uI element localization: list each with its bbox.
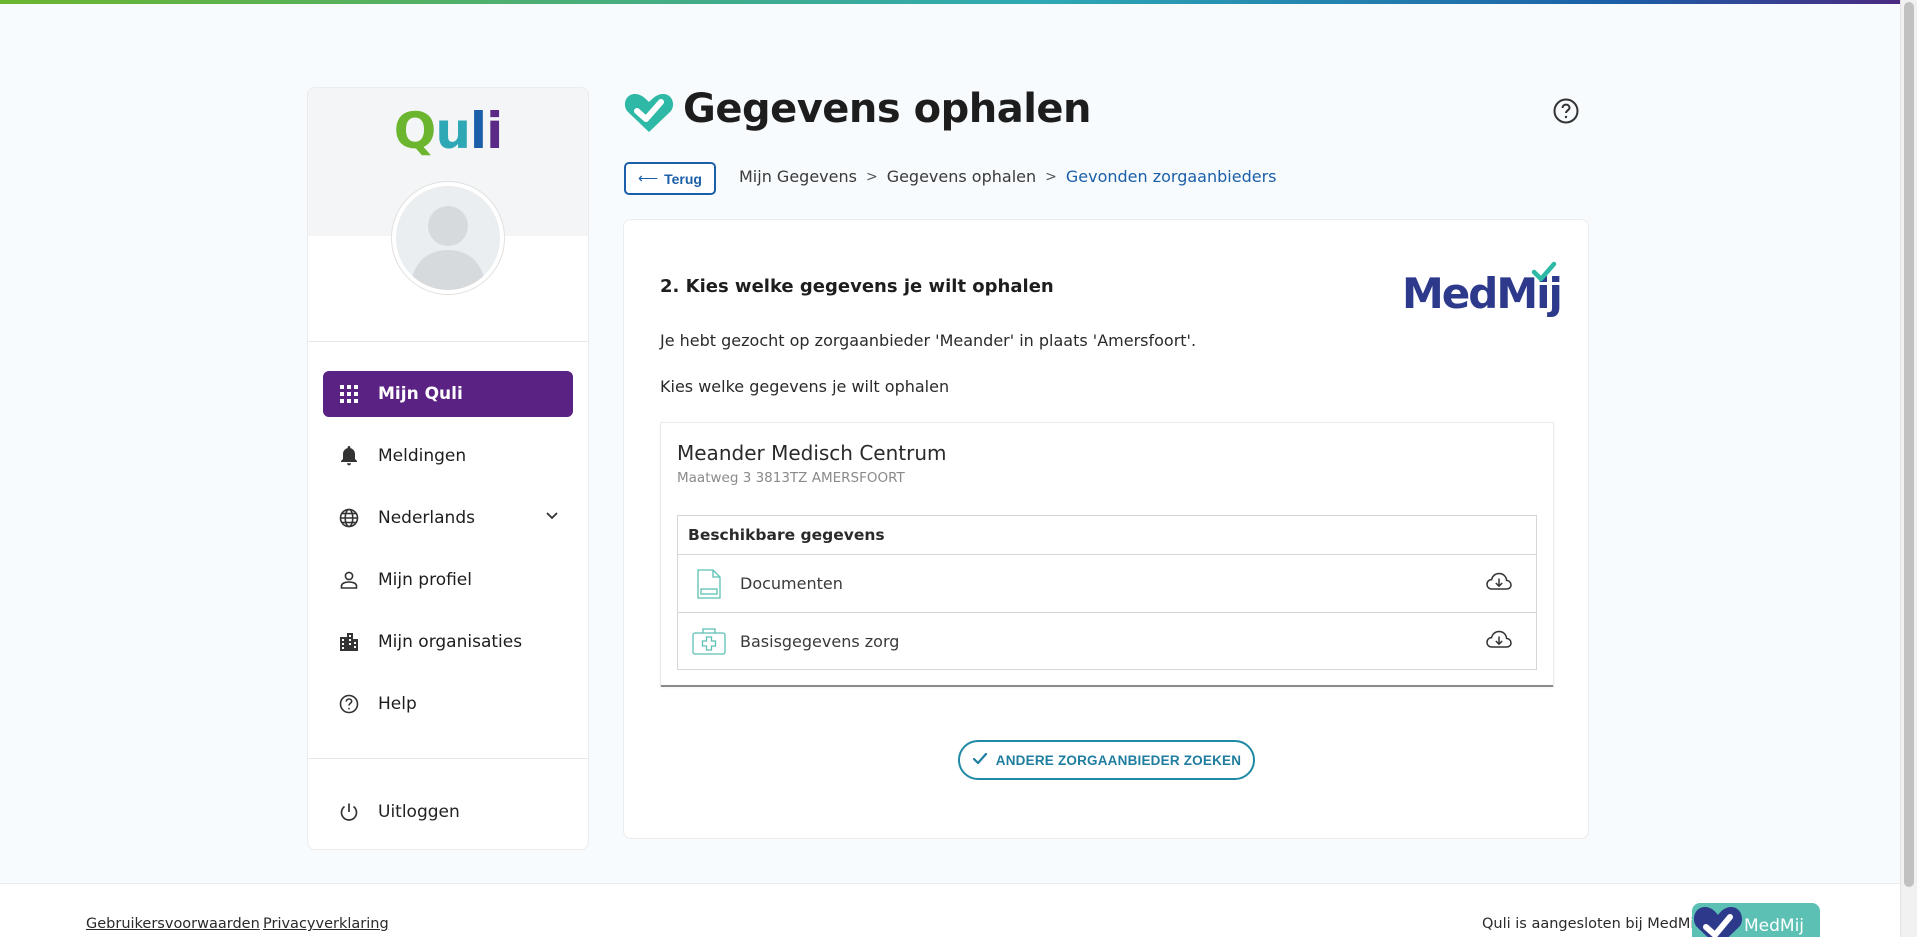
footer: Gebruikersvoorwaarden Privacyverklaring … xyxy=(0,883,1900,937)
terms-link[interactable]: Gebruikersvoorwaarden xyxy=(86,916,260,932)
globe-icon xyxy=(338,507,360,529)
avatar[interactable] xyxy=(392,182,504,294)
sidebar-item-label: Mijn organisaties xyxy=(378,632,523,652)
breadcrumb-item[interactable]: Gegevens ophalen xyxy=(887,167,1036,186)
available-data-table: Beschikbare gegevens Documenten Basisgeg… xyxy=(677,515,1537,670)
sidebar-header: Quli xyxy=(308,88,588,294)
breadcrumb-item[interactable]: Mijn Gegevens xyxy=(739,167,857,186)
sidebar-item-label: Nederlands xyxy=(378,508,475,528)
sidebar: Quli Mijn Quli Meldingen Nederlands Mijn… xyxy=(307,87,589,850)
person-icon xyxy=(338,569,360,591)
provider-address: Maatweg 3 3813TZ AMERSFOORT xyxy=(677,470,905,486)
title-check-icon xyxy=(623,90,675,138)
list-item-label: Basisgegevens zorg xyxy=(740,631,900,651)
other-provider-label: ANDERE ZORGAANBIEDER ZOEKEN xyxy=(995,752,1242,768)
list-item-documenten[interactable]: Documenten xyxy=(678,555,1536,612)
grid-icon xyxy=(338,383,360,405)
sidebar-item-help[interactable]: Help xyxy=(323,681,573,727)
sidebar-nav: Mijn Quli Meldingen Nederlands Mijn prof… xyxy=(323,371,573,743)
main-card: 2. Kies welke gegevens je wilt ophalen M… xyxy=(623,219,1589,839)
step-title: 2. Kies welke gegevens je wilt ophalen xyxy=(660,276,1054,297)
sidebar-item-meldingen[interactable]: Meldingen xyxy=(323,433,573,479)
back-button-label: Terug xyxy=(664,170,702,187)
sidebar-item-label: Mijn profiel xyxy=(378,570,472,590)
top-gradient-bar xyxy=(0,0,1900,4)
sidebar-item-mijn-quli[interactable]: Mijn Quli xyxy=(323,371,573,417)
check-icon xyxy=(972,752,988,769)
sidebar-divider xyxy=(308,341,588,342)
logout-button[interactable]: Uitloggen xyxy=(323,792,573,832)
sidebar-item-mijn-organisaties[interactable]: Mijn organisaties xyxy=(323,619,573,665)
medical-kit-icon xyxy=(692,627,726,655)
quli-logo[interactable]: Quli xyxy=(308,106,588,156)
bell-icon xyxy=(338,445,360,467)
medmij-logo: MedMij xyxy=(1402,260,1563,326)
buildings-icon xyxy=(338,631,360,653)
power-icon xyxy=(338,801,360,823)
chevron-right-icon: > xyxy=(865,168,878,185)
cloud-download-icon[interactable] xyxy=(1486,630,1512,654)
medmij-badge[interactable]: MedMij xyxy=(1692,903,1820,937)
provider-card: Meander Medisch Centrum Maatweg 3 3813TZ… xyxy=(660,422,1554,687)
scrollbar-thumb[interactable] xyxy=(1904,2,1914,887)
help-circle-icon xyxy=(338,693,360,715)
cloud-download-icon[interactable] xyxy=(1486,572,1512,596)
provider-name: Meander Medisch Centrum xyxy=(677,441,947,465)
sidebar-divider xyxy=(308,758,588,759)
other-provider-button[interactable]: ANDERE ZORGAANBIEDER ZOEKEN xyxy=(958,740,1255,780)
sidebar-item-label: Mijn Quli xyxy=(378,384,463,404)
scrollbar[interactable] xyxy=(1900,0,1917,937)
back-button[interactable]: ⟵ Terug xyxy=(624,162,716,195)
medmij-connected-text: Quli is aangesloten bij MedMij xyxy=(1482,916,1699,932)
list-item-basisgegevens-zorg[interactable]: Basisgegevens zorg xyxy=(678,612,1536,669)
logout-label: Uitloggen xyxy=(378,802,460,822)
breadcrumb-current: Gevonden zorgaanbieders xyxy=(1065,167,1277,186)
document-icon xyxy=(692,568,726,599)
chevron-right-icon: > xyxy=(1045,168,1057,185)
sidebar-item-label: Help xyxy=(378,694,417,714)
chevron-down-icon[interactable] xyxy=(545,508,559,528)
privacy-link[interactable]: Privacyverklaring xyxy=(263,916,389,932)
sidebar-item-language[interactable]: Nederlands xyxy=(323,495,573,541)
breadcrumb: Mijn Gegevens > Gegevens ophalen > Gevon… xyxy=(739,167,1276,186)
instruction-text: Kies welke gegevens je wilt ophalen xyxy=(660,377,950,396)
arrow-left-icon: ⟵ xyxy=(638,170,659,186)
page-title: Gegevens ophalen xyxy=(683,86,1092,132)
available-data-header: Beschikbare gegevens xyxy=(678,516,1536,555)
sidebar-item-label: Meldingen xyxy=(378,446,467,466)
list-item-label: Documenten xyxy=(740,574,843,593)
medmij-badge-text: MedMij xyxy=(1744,916,1805,936)
sidebar-item-mijn-profiel[interactable]: Mijn profiel xyxy=(323,557,573,603)
help-icon[interactable] xyxy=(1553,98,1579,128)
search-info-text: Je hebt gezocht op zorgaanbieder 'Meande… xyxy=(660,331,1197,350)
